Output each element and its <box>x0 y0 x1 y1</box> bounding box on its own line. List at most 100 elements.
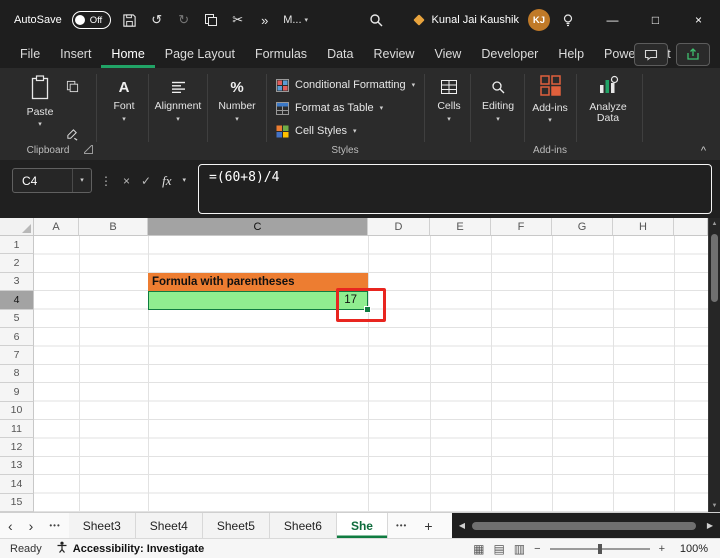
row-header-1[interactable]: 1 <box>0 236 34 254</box>
editing-group-button[interactable]: Editing ▾ <box>474 78 522 123</box>
menu-tab-formulas[interactable]: Formulas <box>245 40 317 68</box>
cells-group-button[interactable]: Cells ▾ <box>428 78 470 123</box>
share-button[interactable] <box>676 43 710 66</box>
autosave-toggle[interactable]: Off <box>72 11 112 29</box>
enter-icon[interactable]: ✓ <box>141 174 151 188</box>
vertical-scrollbar[interactable]: ▲ ▼ <box>708 218 720 512</box>
select-all-corner[interactable] <box>0 218 34 236</box>
scroll-left-icon[interactable]: ◀ <box>454 513 470 538</box>
row-header-10[interactable]: 10 <box>0 402 34 420</box>
row-header-13[interactable]: 13 <box>0 457 34 475</box>
column-header-C[interactable]: C <box>148 218 368 236</box>
horizontal-scroll-thumb[interactable] <box>472 522 696 530</box>
formula-input[interactable]: =(60+8)/4 <box>198 164 712 214</box>
scroll-up-icon[interactable]: ▲ <box>709 218 720 230</box>
row-header-6[interactable]: 6 <box>0 328 34 346</box>
sheet-nav-left-icon[interactable]: ‹ <box>0 518 21 534</box>
row-header-2[interactable]: 2 <box>0 254 34 272</box>
column-header-B[interactable]: B <box>79 218 148 236</box>
sheet-overflow-left-icon[interactable]: ••• <box>41 521 68 530</box>
column-header-E[interactable]: E <box>430 218 491 236</box>
sheet-tab-sheet4[interactable]: Sheet4 <box>136 513 203 538</box>
chevron-down-icon[interactable]: ▾ <box>72 169 91 192</box>
sheet-overflow-right-icon[interactable]: ••• <box>388 521 415 530</box>
avatar[interactable]: KJ <box>528 9 550 31</box>
clipboard-dialog-launcher-icon[interactable] <box>84 145 93 154</box>
save-icon[interactable] <box>121 12 138 29</box>
menu-tab-page-layout[interactable]: Page Layout <box>155 40 245 68</box>
scroll-down-icon[interactable]: ▼ <box>709 500 720 512</box>
grid[interactable]: Formula with parentheses 17 ABCDEFGH1234… <box>0 218 708 512</box>
vertical-scroll-thumb[interactable] <box>711 234 718 302</box>
analyze-data-button[interactable]: Analyze Data <box>580 75 636 125</box>
column-header-partial[interactable] <box>674 218 708 236</box>
comments-button[interactable] <box>634 43 668 66</box>
scroll-right-icon[interactable]: ▶ <box>702 513 718 538</box>
sheet-tab-sheet6[interactable]: Sheet6 <box>270 513 337 538</box>
user-name[interactable]: Kunal Jai Kaushik <box>432 14 519 26</box>
close-button[interactable]: × <box>677 0 720 40</box>
paste-button[interactable]: Paste ▾ <box>18 75 62 128</box>
menu-tab-help[interactable]: Help <box>548 40 594 68</box>
toolbar-overflow-icon[interactable]: » <box>256 12 273 29</box>
cell-styles-button[interactable]: Cell Styles ▾ <box>276 122 356 140</box>
page-break-view-icon[interactable]: ▥ <box>514 542 525 556</box>
alignment-group-button[interactable]: Alignment ▾ <box>150 78 206 123</box>
sheet-tab-sheet5[interactable]: Sheet5 <box>203 513 270 538</box>
lightbulb-icon[interactable] <box>559 12 576 29</box>
column-header-A[interactable]: A <box>34 218 79 236</box>
menu-tab-file[interactable]: File <box>10 40 50 68</box>
cancel-icon[interactable]: × <box>123 174 130 188</box>
row-header-7[interactable]: 7 <box>0 346 34 364</box>
minimize-button[interactable]: — <box>591 0 634 40</box>
sheet-tab-she[interactable]: She <box>337 513 388 538</box>
undo-icon[interactable]: ↺ <box>148 12 165 29</box>
row-header-8[interactable]: 8 <box>0 365 34 383</box>
column-header-G[interactable]: G <box>552 218 613 236</box>
font-group-button[interactable]: A Font ▾ <box>102 78 146 123</box>
row-header-9[interactable]: 9 <box>0 383 34 401</box>
collapse-ribbon-icon[interactable]: ^ <box>701 145 706 157</box>
zoom-in-button[interactable]: + <box>659 543 665 555</box>
zoom-out-button[interactable]: − <box>534 543 540 555</box>
cell-c3[interactable]: Formula with parentheses <box>148 273 368 291</box>
column-header-H[interactable]: H <box>613 218 674 236</box>
menu-tab-review[interactable]: Review <box>363 40 424 68</box>
cell-c4-selected[interactable]: 17 <box>148 291 368 309</box>
number-group-button[interactable]: % Number ▾ <box>212 78 262 123</box>
menu-tab-developer[interactable]: Developer <box>471 40 548 68</box>
copy-icon[interactable] <box>66 80 79 98</box>
row-header-14[interactable]: 14 <box>0 475 34 493</box>
row-header-3[interactable]: 3 <box>0 273 34 291</box>
add-ins-button[interactable]: Add-ins ▾ <box>528 75 572 124</box>
menu-tab-view[interactable]: View <box>424 40 471 68</box>
page-layout-view-icon[interactable]: ▤ <box>493 542 504 556</box>
zoom-slider[interactable] <box>550 548 650 550</box>
row-header-5[interactable]: 5 <box>0 310 34 328</box>
zoom-level[interactable]: 100% <box>674 543 708 555</box>
search-icon[interactable] <box>368 12 385 29</box>
add-sheet-button[interactable]: + <box>415 518 441 534</box>
row-header-15[interactable]: 15 <box>0 494 34 512</box>
menu-tab-home[interactable]: Home <box>101 40 154 68</box>
cut-icon[interactable]: ✂ <box>229 12 246 29</box>
insert-function-icon[interactable]: fx <box>162 173 171 189</box>
format-painter-icon[interactable] <box>66 128 79 146</box>
horizontal-scrollbar[interactable]: ◀ ▶ <box>452 513 720 538</box>
toolbar-more-button[interactable]: M... ▾ <box>283 14 308 26</box>
normal-view-icon[interactable]: ▦ <box>473 542 484 556</box>
row-header-11[interactable]: 11 <box>0 420 34 438</box>
conditional-formatting-button[interactable]: Conditional Formatting ▾ <box>276 76 415 94</box>
row-header-4[interactable]: 4 <box>0 291 34 309</box>
menu-tab-data[interactable]: Data <box>317 40 363 68</box>
copy-icon[interactable] <box>202 12 219 29</box>
row-header-12[interactable]: 12 <box>0 438 34 456</box>
format-as-table-button[interactable]: Format as Table ▾ <box>276 99 383 117</box>
accessibility-status[interactable]: Accessibility: Investigate <box>56 541 204 556</box>
maximize-button[interactable]: □ <box>634 0 677 40</box>
column-header-D[interactable]: D <box>368 218 430 236</box>
redo-icon[interactable]: ↻ <box>175 12 192 29</box>
menu-tab-insert[interactable]: Insert <box>50 40 101 68</box>
sheet-nav-right-icon[interactable]: › <box>21 518 42 534</box>
chevron-down-icon[interactable]: ▾ <box>182 177 186 184</box>
